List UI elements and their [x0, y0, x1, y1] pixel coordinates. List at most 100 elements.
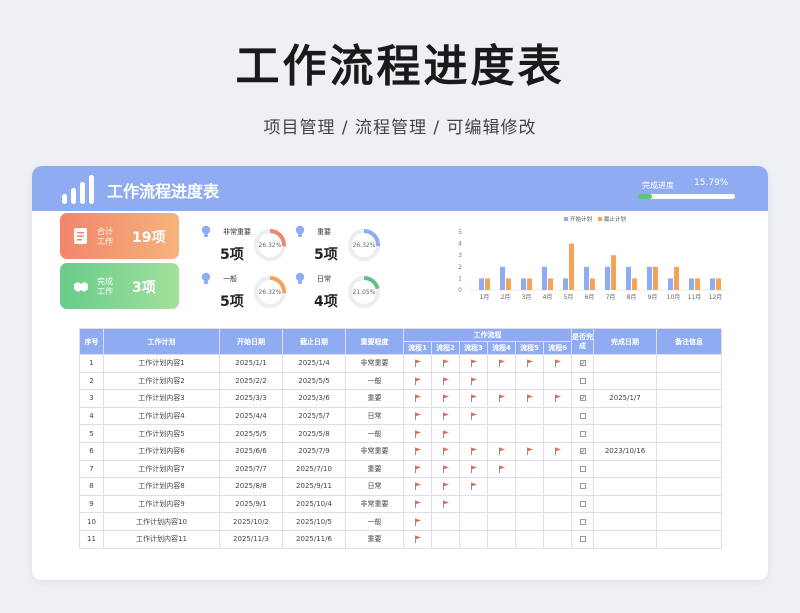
cell-plan[interactable]: 工作计划内容2 [103, 371, 220, 391]
cell-start[interactable]: 2025/4/4 [219, 406, 283, 426]
cell-plan[interactable]: 工作计划内容4 [103, 406, 220, 426]
cell-start[interactable]: 2025/1/1 [219, 354, 283, 373]
cell-note[interactable] [656, 406, 723, 426]
done-checkbox[interactable]: ✓ [579, 360, 586, 367]
cell-flow-step[interactable] [403, 529, 432, 549]
cell-flow-step[interactable] [542, 512, 573, 531]
cell-start[interactable]: 2025/11/3 [219, 529, 283, 549]
cell-note[interactable] [656, 371, 723, 391]
cell-flow-step[interactable] [487, 424, 516, 443]
cell-done-date[interactable] [593, 354, 658, 373]
cell-flow-step[interactable] [515, 371, 544, 391]
cell-flow-step[interactable] [403, 389, 432, 408]
cell-end[interactable]: 2025/3/6 [282, 389, 346, 408]
cell-flow-step[interactable] [487, 354, 516, 373]
cell-done-date[interactable] [593, 424, 658, 443]
cell-flow-step[interactable] [542, 441, 573, 461]
cell-note[interactable] [656, 494, 723, 514]
cell-plan[interactable]: 工作计划内容7 [103, 459, 220, 479]
cell-flow-step[interactable] [542, 529, 573, 549]
cell-flow-step[interactable] [403, 441, 432, 461]
cell-flow-step[interactable] [431, 406, 460, 426]
done-checkbox[interactable] [579, 518, 586, 525]
cell-plan[interactable]: 工作计划内容8 [103, 477, 220, 496]
done-checkbox[interactable] [579, 501, 586, 508]
cell-flow-step[interactable] [459, 477, 488, 496]
cell-flow-step[interactable] [403, 354, 432, 373]
cell-flow-step[interactable] [459, 406, 488, 426]
cell-note[interactable] [656, 441, 723, 461]
cell-flow-step[interactable] [403, 406, 432, 426]
cell-flow-step[interactable] [459, 354, 488, 373]
cell-flow-step[interactable] [515, 406, 544, 426]
cell-plan[interactable]: 工作计划内容11 [103, 529, 220, 549]
cell-importance[interactable]: 日常 [345, 477, 404, 496]
cell-end[interactable]: 2025/10/4 [282, 494, 346, 514]
cell-flow-step[interactable] [515, 477, 544, 496]
cell-note[interactable] [656, 529, 723, 549]
cell-start[interactable]: 2025/9/1 [219, 494, 283, 514]
done-checkbox[interactable]: ✓ [579, 448, 586, 455]
cell-flow-step[interactable] [515, 459, 544, 479]
cell-flow-step[interactable] [515, 424, 544, 443]
cell-start[interactable]: 2025/8/8 [219, 477, 283, 496]
cell-flow-step[interactable] [515, 494, 544, 514]
cell-flow-step[interactable] [431, 494, 460, 514]
cell-done[interactable] [571, 424, 595, 443]
cell-flow-step[interactable] [487, 477, 516, 496]
cell-flow-step[interactable] [431, 441, 460, 461]
cell-flow-step[interactable] [431, 459, 460, 479]
cell-flow-step[interactable] [459, 529, 488, 549]
cell-flow-step[interactable] [459, 494, 488, 514]
cell-start[interactable]: 2025/10/2 [219, 512, 283, 531]
cell-flow-step[interactable] [487, 494, 516, 514]
cell-flow-step[interactable] [542, 424, 573, 443]
cell-end[interactable]: 2025/11/6 [282, 529, 346, 549]
cell-done[interactable]: ✓ [571, 441, 595, 461]
cell-done-date[interactable] [593, 477, 658, 496]
cell-done[interactable] [571, 494, 595, 514]
cell-flow-step[interactable] [542, 459, 573, 479]
cell-importance[interactable]: 一般 [345, 424, 404, 443]
cell-done[interactable] [571, 529, 595, 549]
cell-flow-step[interactable] [459, 441, 488, 461]
cell-end[interactable]: 2025/7/10 [282, 459, 346, 479]
cell-flow-step[interactable] [431, 512, 460, 531]
cell-importance[interactable]: 重要 [345, 529, 404, 549]
cell-importance[interactable]: 非常重要 [345, 494, 404, 514]
cell-flow-step[interactable] [515, 354, 544, 373]
cell-start[interactable]: 2025/7/7 [219, 459, 283, 479]
cell-done[interactable]: ✓ [571, 354, 595, 373]
cell-flow-step[interactable] [403, 424, 432, 443]
cell-flow-step[interactable] [431, 424, 460, 443]
cell-start[interactable]: 2025/3/3 [219, 389, 283, 408]
cell-plan[interactable]: 工作计划内容3 [103, 389, 220, 408]
cell-flow-step[interactable] [542, 494, 573, 514]
cell-flow-step[interactable] [515, 529, 544, 549]
cell-done[interactable] [571, 406, 595, 426]
cell-plan[interactable]: 工作计划内容6 [103, 441, 220, 461]
cell-flow-step[interactable] [487, 529, 516, 549]
cell-flow-step[interactable] [542, 354, 573, 373]
cell-start[interactable]: 2025/6/6 [219, 441, 283, 461]
cell-importance[interactable]: 重要 [345, 389, 404, 408]
cell-done-date[interactable] [593, 529, 658, 549]
cell-flow-step[interactable] [459, 512, 488, 531]
cell-flow-step[interactable] [431, 354, 460, 373]
cell-flow-step[interactable] [542, 406, 573, 426]
cell-flow-step[interactable] [515, 512, 544, 531]
cell-flow-step[interactable] [487, 389, 516, 408]
cell-end[interactable]: 2025/5/7 [282, 406, 346, 426]
cell-flow-step[interactable] [403, 477, 432, 496]
cell-end[interactable]: 2025/7/9 [282, 441, 346, 461]
cell-end[interactable]: 2025/9/11 [282, 477, 346, 496]
cell-flow-step[interactable] [403, 512, 432, 531]
cell-flow-step[interactable] [431, 371, 460, 391]
cell-flow-step[interactable] [459, 424, 488, 443]
cell-done[interactable]: ✓ [571, 389, 595, 408]
cell-plan[interactable]: 工作计划内容5 [103, 424, 220, 443]
cell-end[interactable]: 2025/5/5 [282, 371, 346, 391]
cell-done-date[interactable] [593, 494, 658, 514]
done-checkbox[interactable] [579, 465, 586, 472]
cell-done-date[interactable] [593, 371, 658, 391]
